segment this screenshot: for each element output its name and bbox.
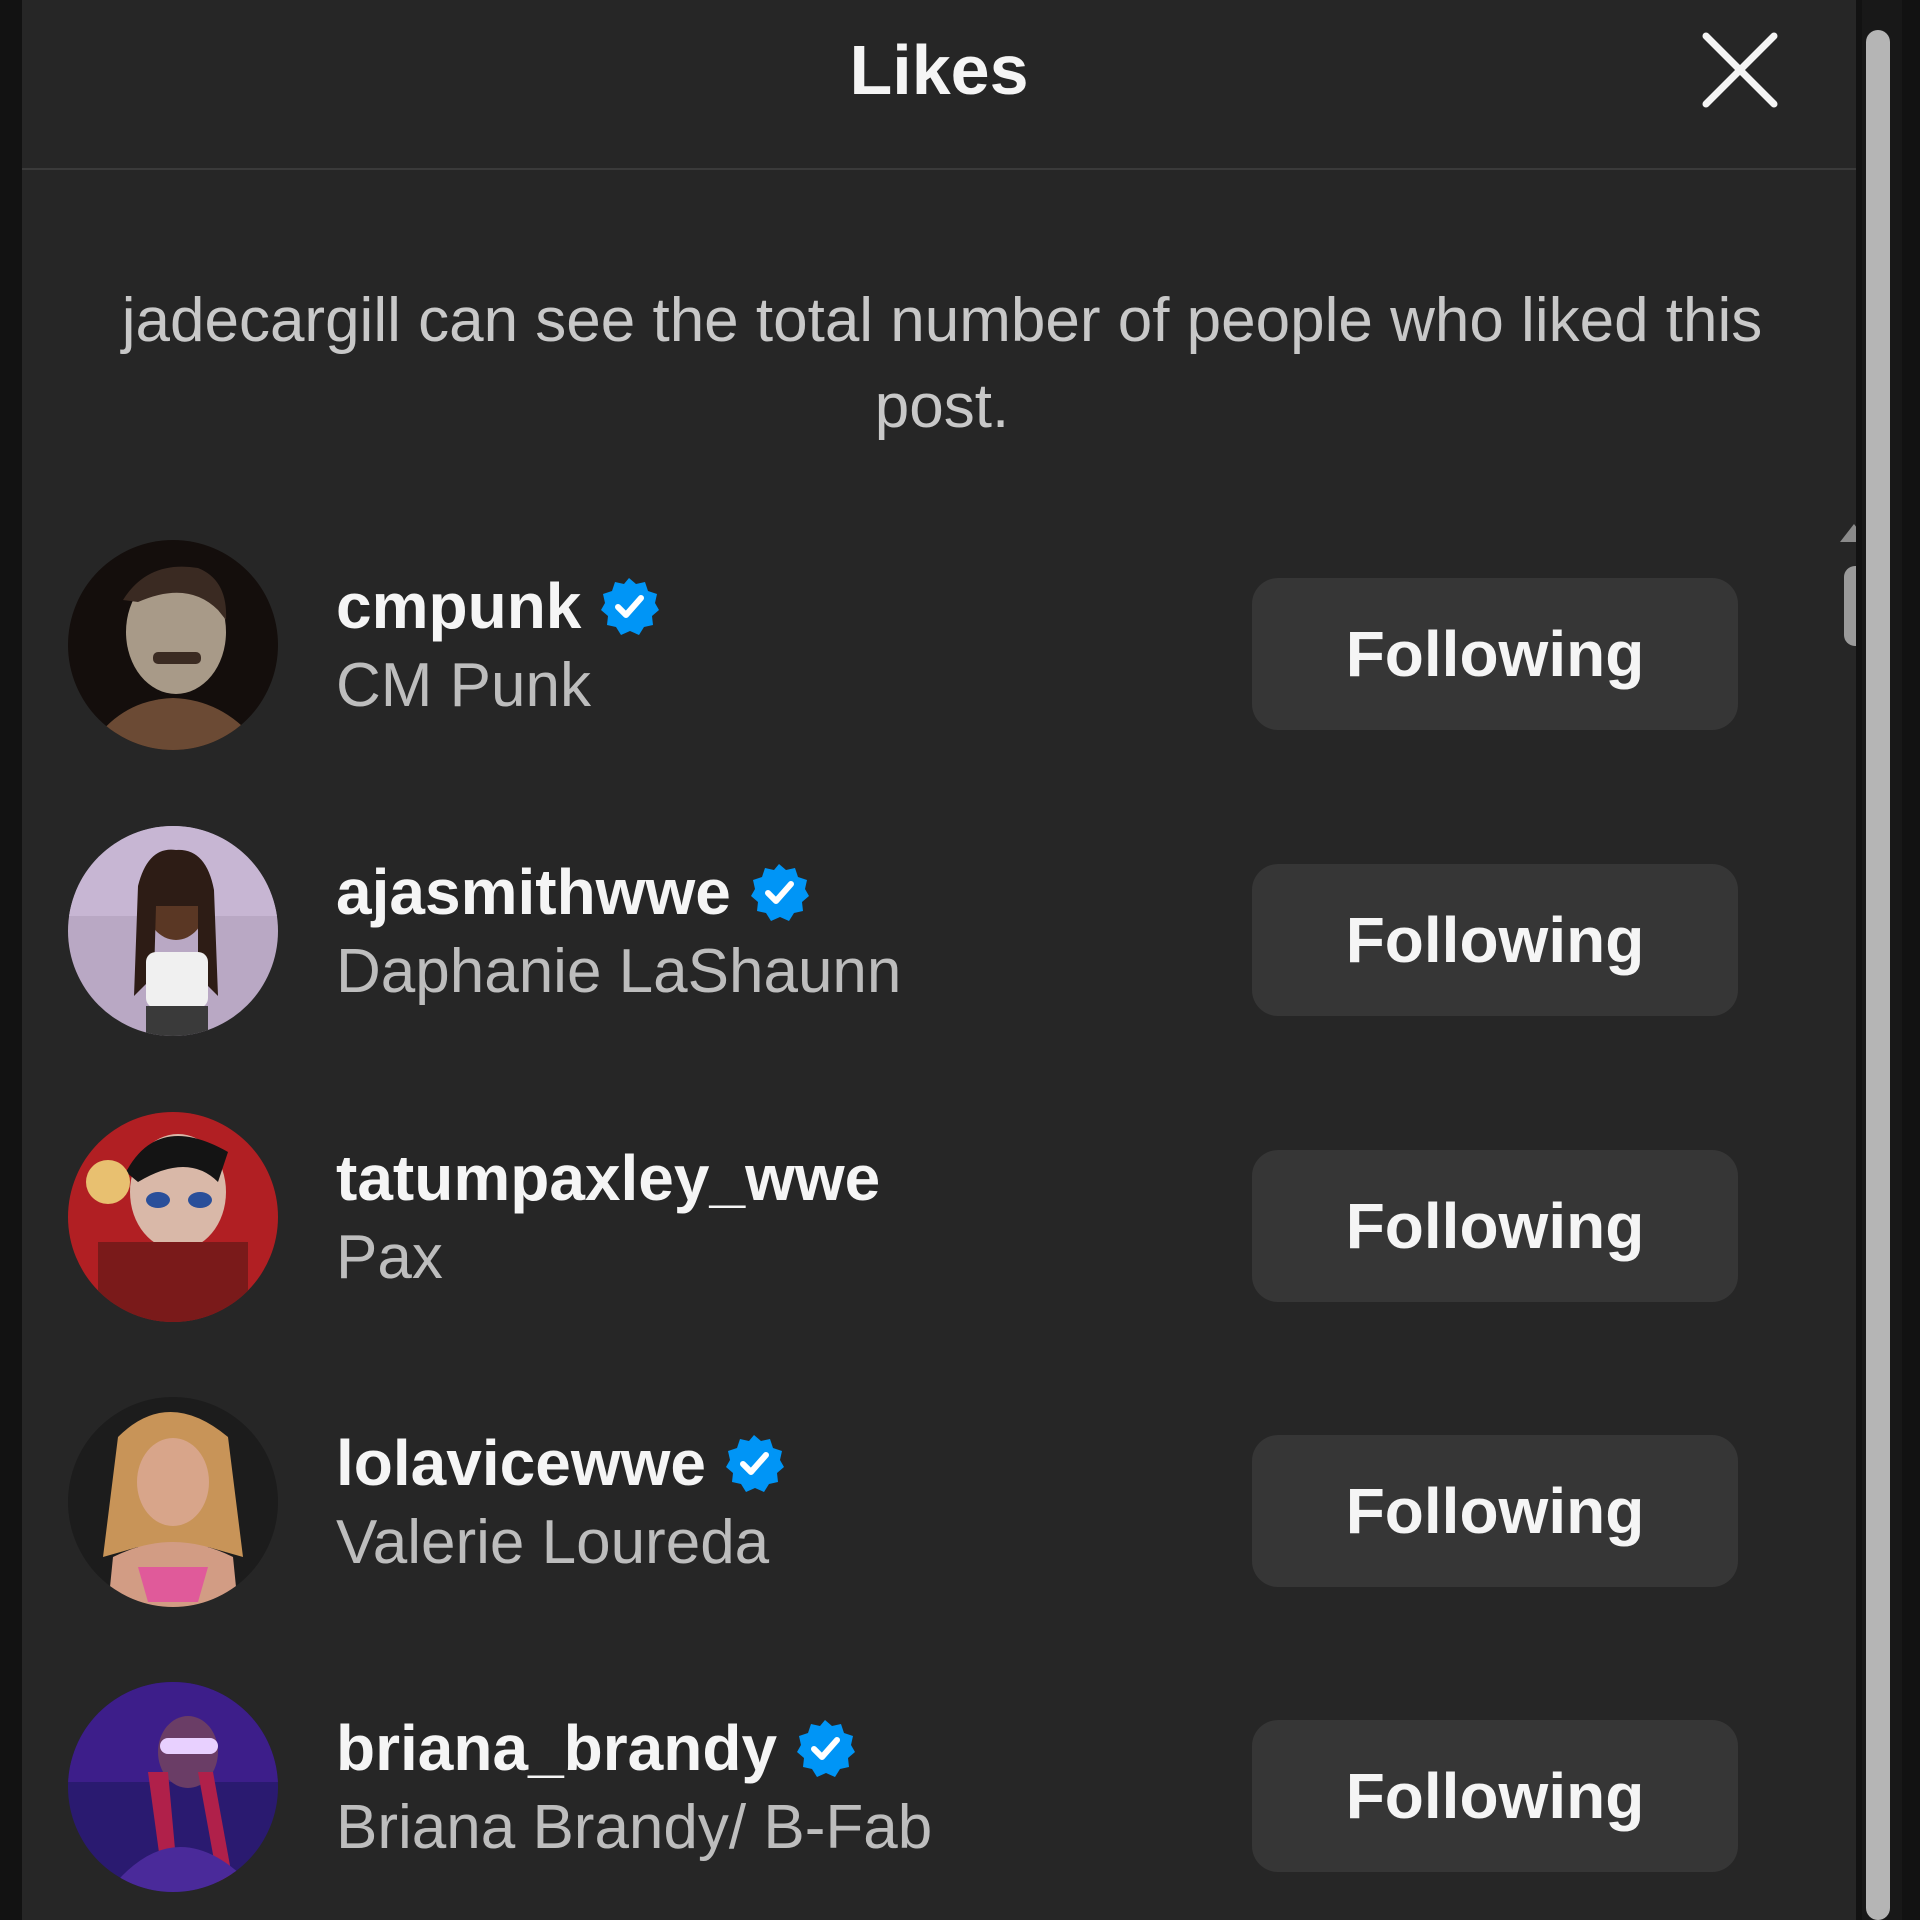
- full-name: Daphanie LaShaunn: [336, 937, 902, 1006]
- list-item: cmpunk CM Punk Following: [22, 540, 1802, 750]
- following-button[interactable]: Following: [1252, 1435, 1738, 1587]
- username[interactable]: lolavicewwe: [336, 1425, 706, 1501]
- likes-dialog: Likes jadecargill can see the total numb…: [22, 0, 1856, 1920]
- page-scrollbar-thumb[interactable]: [1866, 30, 1890, 1920]
- avatar[interactable]: [68, 826, 278, 1036]
- avatar[interactable]: [68, 1682, 278, 1892]
- dialog-title: Likes: [849, 31, 1029, 109]
- list-item: lolavicewwe Valerie Loureda Following: [22, 1397, 1802, 1607]
- avatar[interactable]: [68, 540, 278, 750]
- username[interactable]: tatumpaxley_wwe: [336, 1140, 880, 1216]
- avatar[interactable]: [68, 1397, 278, 1607]
- verified-badge-icon: [749, 862, 809, 922]
- avatar[interactable]: [68, 1112, 278, 1322]
- list-item: tatumpaxley_wwe Pax Following: [22, 1112, 1802, 1322]
- full-name: CM Punk: [336, 651, 591, 720]
- verified-badge-icon: [724, 1433, 784, 1493]
- following-button[interactable]: Following: [1252, 864, 1738, 1016]
- following-button[interactable]: Following: [1252, 578, 1738, 730]
- list-scroll-up-arrow[interactable]: [1840, 524, 1856, 542]
- following-button[interactable]: Following: [1252, 1720, 1738, 1872]
- full-name: Valerie Loureda: [336, 1508, 770, 1577]
- likes-visibility-notice: jadecargill can see the total number of …: [121, 286, 1763, 441]
- full-name: Briana Brandy/ B-Fab: [336, 1793, 933, 1862]
- username[interactable]: cmpunk: [336, 568, 581, 644]
- list-item: briana_brandy Briana Brandy/ B-Fab Follo…: [22, 1682, 1802, 1892]
- full-name: Pax: [336, 1223, 443, 1292]
- username[interactable]: ajasmithwwe: [336, 854, 731, 930]
- dialog-header: Likes: [22, 0, 1856, 170]
- list-scrollbar-thumb[interactable]: [1844, 566, 1856, 646]
- username[interactable]: briana_brandy: [336, 1710, 777, 1786]
- verified-badge-icon: [599, 576, 660, 636]
- following-button[interactable]: Following: [1252, 1150, 1738, 1302]
- close-icon[interactable]: [1696, 26, 1784, 114]
- verified-badge-icon: [795, 1718, 856, 1778]
- list-item: ajasmithwwe Daphanie LaShaunn Following: [22, 826, 1802, 1036]
